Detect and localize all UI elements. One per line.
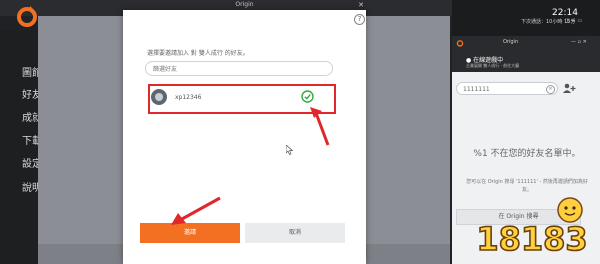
mouse-cursor-icon [286, 145, 294, 155]
watermark-logo: 18183 [476, 197, 588, 259]
window-controls[interactable]: — ▫ ✕ [571, 39, 587, 45]
dialog-titlebar: Origin [123, 0, 366, 10]
friends-search-input[interactable]: 1111111 [456, 82, 558, 95]
origin-logo-icon[interactable] [15, 4, 39, 28]
add-friend-icon[interactable] [562, 83, 576, 94]
dialog-close-icon[interactable]: ✕ [356, 0, 366, 10]
origin-logo-icon [456, 40, 464, 47]
friends-panel-title: Origin [503, 39, 519, 45]
annotation-arrow-icon [310, 107, 330, 146]
friend-name: xp12346 [175, 94, 202, 101]
clear-search-icon[interactable]: ✕ [546, 85, 555, 94]
friend-filter-input[interactable]: 篩選好友 [145, 61, 333, 76]
not-in-friends-message: %1 不在您的好友名單中。 [473, 149, 581, 159]
watermark-text: 18183 [476, 220, 587, 258]
search-hint: 您可以在 Origin 搜尋 '111111' - 然後再邀請們加為好友。 [466, 179, 588, 193]
help-icon[interactable]: ? [354, 14, 365, 25]
check-circle-icon[interactable] [301, 90, 314, 103]
system-clock: 22:14 [552, 8, 578, 18]
system-tray-icon[interactable]: ◫ ⚟ ▭ [565, 18, 582, 24]
annotation-arrow-icon [171, 196, 221, 225]
dialog-prompt: 選擇要邀請加入 對 雙人成行 的好友。 [147, 50, 249, 57]
user-status-detail: 企業展開 雙人成行 · 前往大廳 [466, 63, 520, 68]
avatar-face [155, 93, 163, 101]
cancel-button[interactable]: 取消 [245, 223, 345, 243]
